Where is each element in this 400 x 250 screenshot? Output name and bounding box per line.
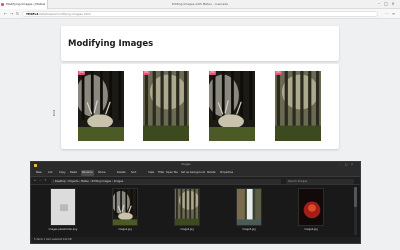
ribbon-button-properties[interactable]: Properties — [219, 170, 234, 176]
explorer-up-icon[interactable]: ↑ — [44, 178, 47, 182]
ribbon-button-new[interactable]: New — [35, 170, 43, 176]
explorer-back-icon[interactable]: ← — [34, 178, 37, 182]
back-arrow-icon[interactable]: ← — [3, 11, 8, 17]
explorer-search-input[interactable]: Search Images — [286, 178, 354, 184]
text-cursor-icon — [53, 110, 55, 116]
ribbon-button-copy[interactable]: Copy — [58, 170, 67, 176]
ribbon-button-open-file[interactable]: Open file — [165, 170, 179, 176]
ribbon-button-view[interactable]: View — [147, 170, 155, 176]
heading-card: Modifying Images — [61, 26, 339, 61]
file-item[interactable]: image3.jpg — [227, 188, 271, 234]
tab-close-icon[interactable]: × — [43, 0, 46, 9]
ribbon-button-cut[interactable]: Cut — [47, 170, 53, 176]
file-thumbnail — [298, 188, 324, 226]
explorer-ribbon: New Cut Copy Paste Rename Share Delete Sort View… — [31, 168, 360, 177]
ribbon-button-set-as-background[interactable]: Set as background — [180, 170, 206, 176]
browser-tab[interactable]: Modifying Images | Matsu × — [0, 0, 48, 9]
file-name: image2.jpg — [180, 228, 194, 231]
image-badge: JPG — [78, 71, 85, 75]
file-name: image3.jpg — [242, 228, 256, 231]
file-item[interactable]: images-placeholder.png — [41, 188, 85, 234]
ribbon-button-delete[interactable]: Delete — [116, 170, 127, 176]
scrollbar-thumb[interactable] — [354, 187, 357, 207]
favicon-icon — [1, 3, 4, 6]
file-item[interactable]: image4.jpg — [289, 188, 333, 234]
page-title: Modifying Images — [68, 39, 154, 49]
url-path: /databases/modifying-images.html — [38, 12, 91, 16]
explorer-breadcrumb[interactable]: › Desktop › Projects › Matsu › Editing I… — [51, 178, 281, 184]
close-window-icon[interactable]: × — [391, 2, 395, 6]
tab-title: Modifying Images | Matsu — [6, 2, 45, 6]
explorer-scrollbar[interactable] — [354, 187, 357, 235]
image-badge: JPG — [275, 71, 282, 75]
explorer-file-area: images-placeholder.png image1.jpg image2.j… — [31, 185, 360, 237]
image-gallery: JPG JPG JPG JPG — [61, 64, 339, 149]
url-host: TEXEL4 — [26, 12, 39, 16]
explorer-forward-icon[interactable]: → — [39, 178, 42, 182]
minimize-icon[interactable]: – — [377, 2, 381, 6]
image-badge: JPG — [143, 71, 150, 75]
gallery-image-4[interactable]: JPG — [275, 71, 321, 141]
file-name: images-placeholder.png — [48, 228, 78, 231]
extensions-icon[interactable]: ⋯ — [384, 11, 389, 17]
file-thumbnail — [50, 188, 76, 226]
window-title: Editing Images with Matsu – Cascade — [172, 2, 228, 6]
maximize-icon[interactable]: □ — [384, 2, 388, 6]
file-thumbnail — [236, 188, 262, 226]
explorer-status-text: 5 items 1 item selected 142 KB — [34, 238, 72, 241]
gallery-image-1[interactable]: JPG — [78, 71, 124, 141]
file-thumbnail — [112, 188, 138, 226]
file-item[interactable]: image2.jpg — [165, 188, 209, 234]
url-field[interactable]: TEXEL4/databases/modifying-images.html — [22, 11, 378, 17]
file-explorer-window: Images – □ × New Cut Copy Paste Rename Share D… — [30, 161, 361, 244]
ribbon-button-sort[interactable]: Sort — [130, 170, 137, 176]
menu-icon[interactable]: ≡ — [391, 11, 396, 17]
ribbon-button-share[interactable]: Share — [97, 170, 107, 176]
file-name: image1.jpg — [118, 228, 132, 231]
file-name: image4.jpg — [304, 228, 318, 231]
explorer-address-row: ← → ↑ › Desktop › Projects › Matsu › Edi… — [31, 177, 360, 185]
forward-arrow-icon[interactable]: → — [9, 11, 14, 17]
ribbon-button-rename[interactable]: Rename — [81, 169, 94, 176]
gallery-image-2[interactable]: JPG — [143, 71, 189, 141]
explorer-status-bar: 5 items 1 item selected 142 KB — [31, 237, 360, 243]
file-thumbnail — [174, 188, 200, 226]
file-item[interactable]: image1.jpg — [103, 188, 147, 234]
folder-icon — [34, 163, 37, 167]
ribbon-button-rotate[interactable]: Rotate — [206, 170, 217, 176]
image-badge: JPG — [209, 71, 216, 75]
gallery-image-3[interactable]: JPG — [209, 71, 255, 141]
reload-icon[interactable]: ↻ — [15, 11, 20, 17]
ribbon-button-paste[interactable]: Paste — [69, 170, 78, 176]
